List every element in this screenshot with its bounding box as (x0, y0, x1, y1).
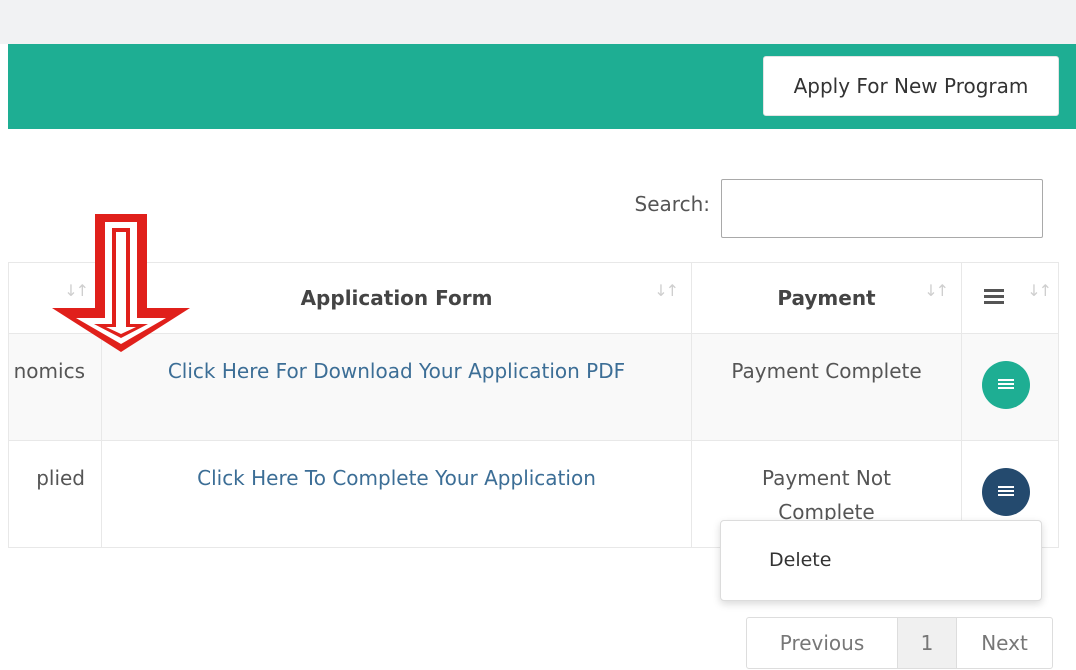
search-input[interactable] (721, 179, 1043, 238)
apply-new-program-button[interactable]: Apply For New Program (763, 56, 1059, 116)
pagination: Previous 1 Next (746, 617, 1053, 669)
row-actions-dropdown: Delete (720, 520, 1042, 601)
sort-icon: ↓↑ (1027, 281, 1052, 300)
next-page-button[interactable]: Next (957, 618, 1052, 668)
column-header-actions[interactable]: ↓↑ (961, 262, 1059, 334)
row-actions-button[interactable] (982, 361, 1030, 409)
list-icon (998, 379, 1014, 391)
sort-icon: ↓↑ (654, 281, 679, 300)
list-icon (998, 486, 1014, 498)
page-1-button[interactable]: 1 (898, 618, 957, 668)
search-label: Search: (634, 192, 710, 216)
application-form-cell: Click Here To Complete Your Application (101, 440, 692, 548)
payment-status: Payment Not Complete (762, 466, 891, 524)
down-arrow-icon (52, 214, 190, 352)
program-cell: plied (8, 440, 102, 548)
row-actions-button[interactable] (982, 468, 1030, 516)
list-icon (984, 289, 1004, 305)
complete-application-link[interactable]: Click Here To Complete Your Application (197, 466, 596, 490)
payment-cell: Payment Complete (691, 333, 962, 441)
column-header-payment[interactable]: Payment ↓↑ (691, 262, 962, 334)
previous-page-button[interactable]: Previous (747, 618, 898, 668)
download-application-pdf-link[interactable]: Click Here For Download Your Application… (168, 359, 625, 383)
delete-menu-item[interactable]: Delete (769, 549, 831, 571)
action-cell (961, 333, 1059, 441)
sort-icon: ↓↑ (924, 281, 949, 300)
payment-status: Payment Complete (731, 359, 922, 383)
top-strip (0, 0, 1076, 44)
